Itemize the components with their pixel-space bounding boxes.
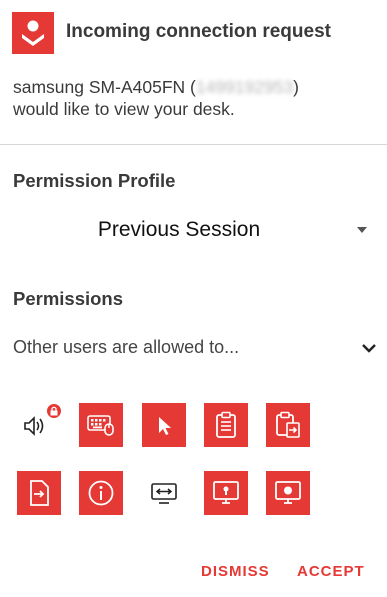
record-session-icon[interactable] [266, 471, 310, 515]
permission-profile-dropdown[interactable]: Previous Session [13, 205, 375, 253]
pointer-icon[interactable] [142, 403, 186, 447]
dismiss-button[interactable]: DISMISS [201, 563, 270, 580]
profile-selected-value: Previous Session [97, 218, 261, 241]
info-icon[interactable] [79, 471, 123, 515]
audio-locked-icon[interactable] [17, 403, 61, 447]
permissions-label: Permissions [13, 288, 124, 309]
clipboard-icon[interactable] [204, 403, 248, 447]
divider [0, 144, 387, 145]
message-prefix: samsung SM-A405FN ( [13, 77, 196, 97]
accept-button[interactable]: ACCEPT [297, 563, 365, 580]
clipboard-transfer-icon[interactable] [266, 403, 310, 447]
dropdown-caret-icon [357, 227, 367, 233]
file-transfer-icon[interactable] [17, 471, 61, 515]
message-line2: would like to view your desk. [13, 99, 235, 119]
request-message: samsung SM-A405FN (1499192953) would lik… [13, 76, 373, 120]
dialog-actions: DISMISS ACCEPT [0, 563, 387, 587]
permissions-expander[interactable]: Other users are allowed to... [13, 330, 378, 366]
permissions-summary: Other users are allowed to... [13, 337, 240, 357]
dialog-title: Incoming connection request [66, 21, 331, 42]
dialog-header: Incoming connection request [0, 0, 387, 62]
message-suffix: ) [293, 77, 299, 97]
redacted-id: 1499192953 [195, 77, 294, 97]
keyboard-mouse-icon[interactable] [79, 403, 123, 447]
permission-profile-label: Permission Profile [13, 170, 176, 191]
chevron-down-icon [362, 344, 376, 353]
lock-screen-icon[interactable] [204, 471, 248, 515]
app-logo-icon [12, 12, 54, 54]
restart-icon[interactable] [142, 471, 186, 515]
